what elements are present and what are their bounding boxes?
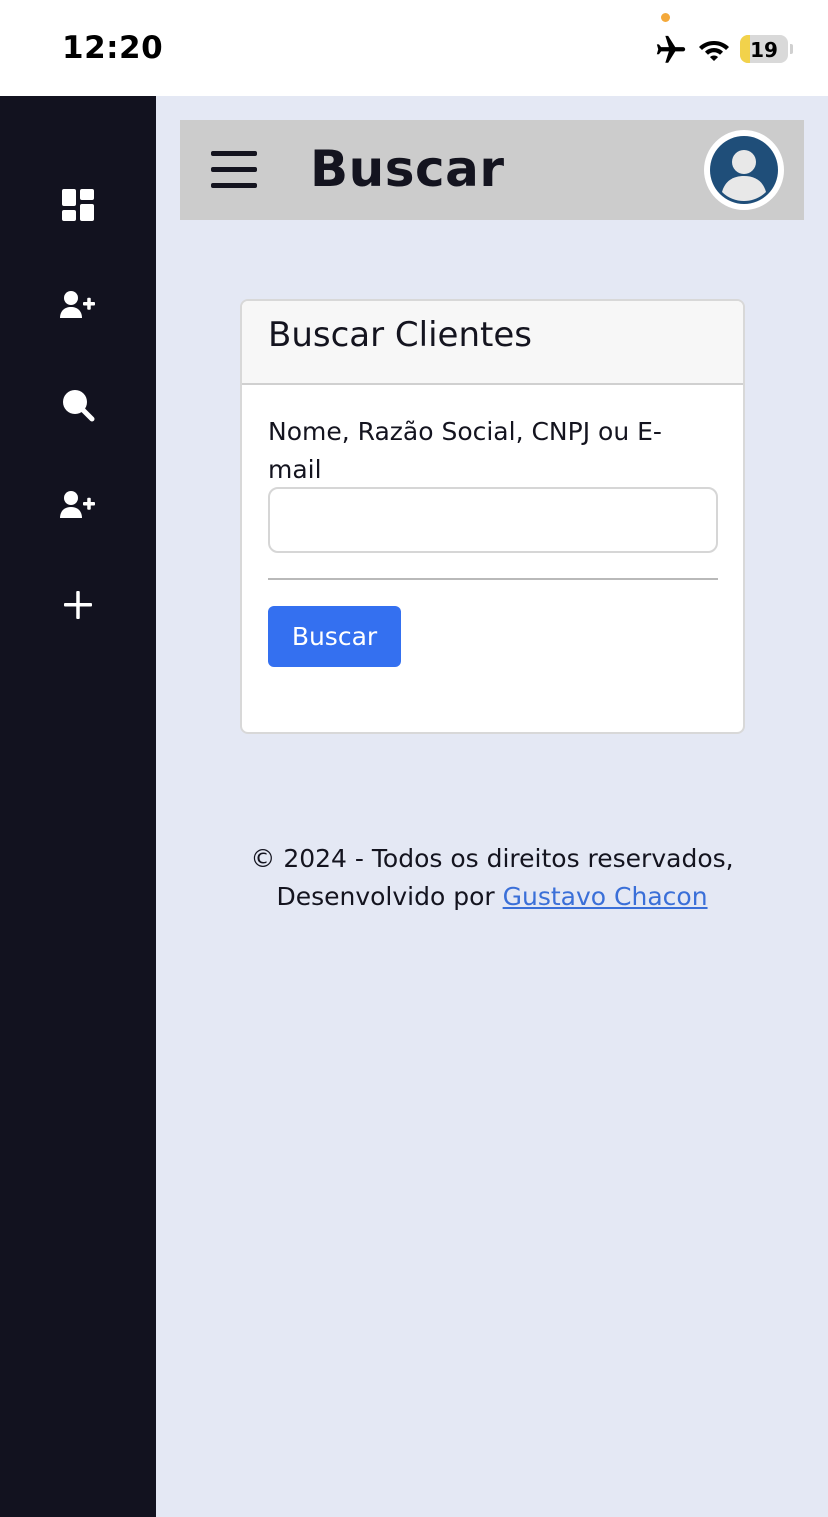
dashboard-icon	[62, 189, 94, 221]
card-title: Buscar Clientes	[268, 315, 532, 355]
battery-level: 19	[750, 38, 778, 62]
add-user-icon	[60, 291, 95, 318]
user-avatar-icon	[710, 136, 778, 204]
card-header: Buscar Clientes	[242, 301, 743, 385]
search-icon	[63, 390, 95, 422]
status-bar: 12:20 19	[0, 0, 828, 96]
author-link[interactable]: Gustavo Chacon	[503, 882, 708, 911]
search-input[interactable]	[268, 487, 718, 553]
footer-copyright: © 2024 - Todos os direitos reservados,	[250, 844, 734, 873]
status-time: 12:20	[62, 30, 164, 66]
sidebar-item-add-client[interactable]	[53, 280, 103, 330]
search-button[interactable]: Buscar	[268, 606, 401, 667]
footer-credits: Desenvolvido por Gustavo Chacon	[180, 878, 804, 916]
airplane-mode-icon	[656, 35, 686, 63]
top-header: Buscar	[180, 120, 804, 220]
footer-developed-by: Desenvolvido por	[276, 882, 495, 911]
hamburger-menu-icon[interactable]	[209, 149, 259, 189]
footer: © 2024 - Todos os direitos reservados, D…	[180, 840, 804, 916]
sidebar-item-add-user[interactable]	[53, 480, 103, 530]
search-clients-card: Buscar Clientes Nome, Razão Social, CNPJ…	[240, 299, 745, 734]
sidebar-item-dashboard[interactable]	[53, 180, 103, 230]
page-title: Buscar	[310, 140, 505, 198]
add-user-icon	[60, 491, 95, 518]
battery-cap	[790, 44, 793, 54]
sidebar	[0, 96, 156, 1517]
plus-icon	[64, 591, 92, 619]
wifi-icon	[699, 41, 729, 61]
battery-icon: 19	[740, 35, 788, 63]
divider	[268, 578, 718, 580]
search-field-label: Nome, Razão Social, CNPJ ou E-mail	[268, 417, 662, 484]
sidebar-item-add[interactable]	[53, 580, 103, 630]
privacy-indicator-dot	[661, 13, 670, 22]
sidebar-item-search[interactable]	[53, 380, 103, 430]
user-avatar[interactable]	[704, 130, 784, 210]
